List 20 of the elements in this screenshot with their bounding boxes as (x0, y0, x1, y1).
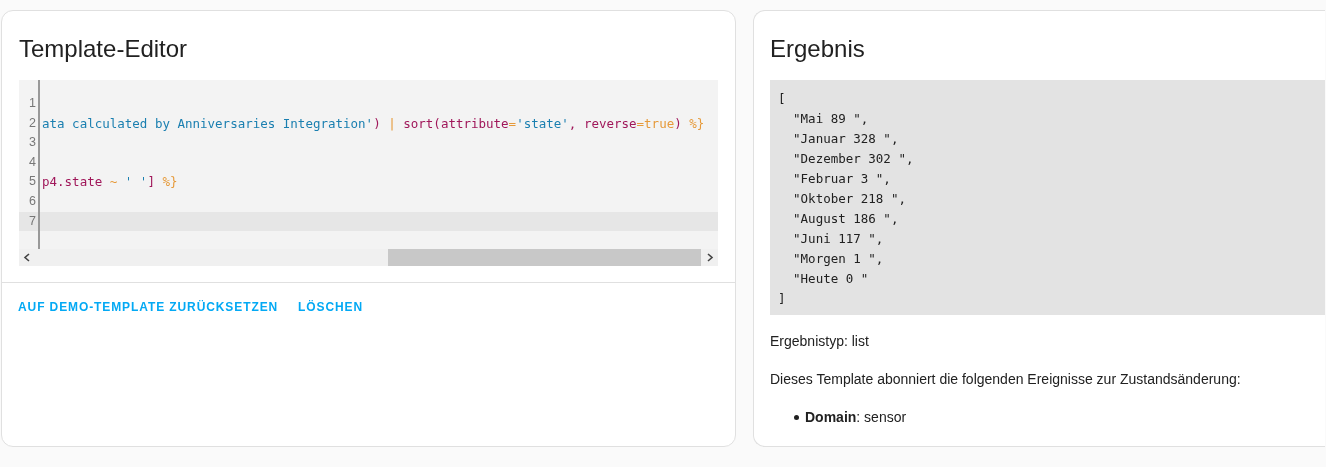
result-text: [ "Mai 89 ", "Januar 328 ", "Dezember 302 ", "Februar 3 ", "Oktober 218 ", "August 186 ", "Juni 117 ", "Morgen 1 ", "Heute 0 " ] (778, 90, 914, 308)
code-line: p4.state ~ ' '] %} (42, 173, 178, 192)
line-number: 6 (28, 192, 37, 210)
listeners-text: Dieses Template abonniert die folgenden Ereignisse zur Zustandsänderung: (770, 370, 1241, 389)
result-type-text: Ergebnistyp: list (770, 332, 869, 351)
line-number: 5 (28, 173, 37, 191)
line-number: 1 (28, 95, 37, 112)
card-title: Template-Editor (19, 35, 188, 63)
scrollbar-thumb[interactable] (388, 249, 701, 266)
line-number: 7 (19, 211, 38, 232)
action-button[interactable]: LÖSCHEN (290, 295, 372, 319)
bullet-icon (794, 415, 799, 420)
listener-item: Domain: sensor (805, 408, 907, 427)
line-number: 2 (28, 114, 37, 132)
code-editor[interactable]: 1 2 3 4 5 6 7 ata calculated by Anniversaries Integration') | sort(attribute='state', reverse=true) %} p4.state ~ ' '] %} (19, 80, 718, 266)
action-button[interactable]: AUF DEMO-TEMPLATE ZURÜCKSETZEN (10, 295, 287, 319)
line-number: 4 (28, 153, 37, 171)
card-title: Ergebnis (770, 35, 865, 63)
line-number: 3 (28, 134, 37, 152)
code-line: ata calculated by Anniversaries Integration') | sort(attribute='state', reverse=true) %} (42, 114, 705, 133)
